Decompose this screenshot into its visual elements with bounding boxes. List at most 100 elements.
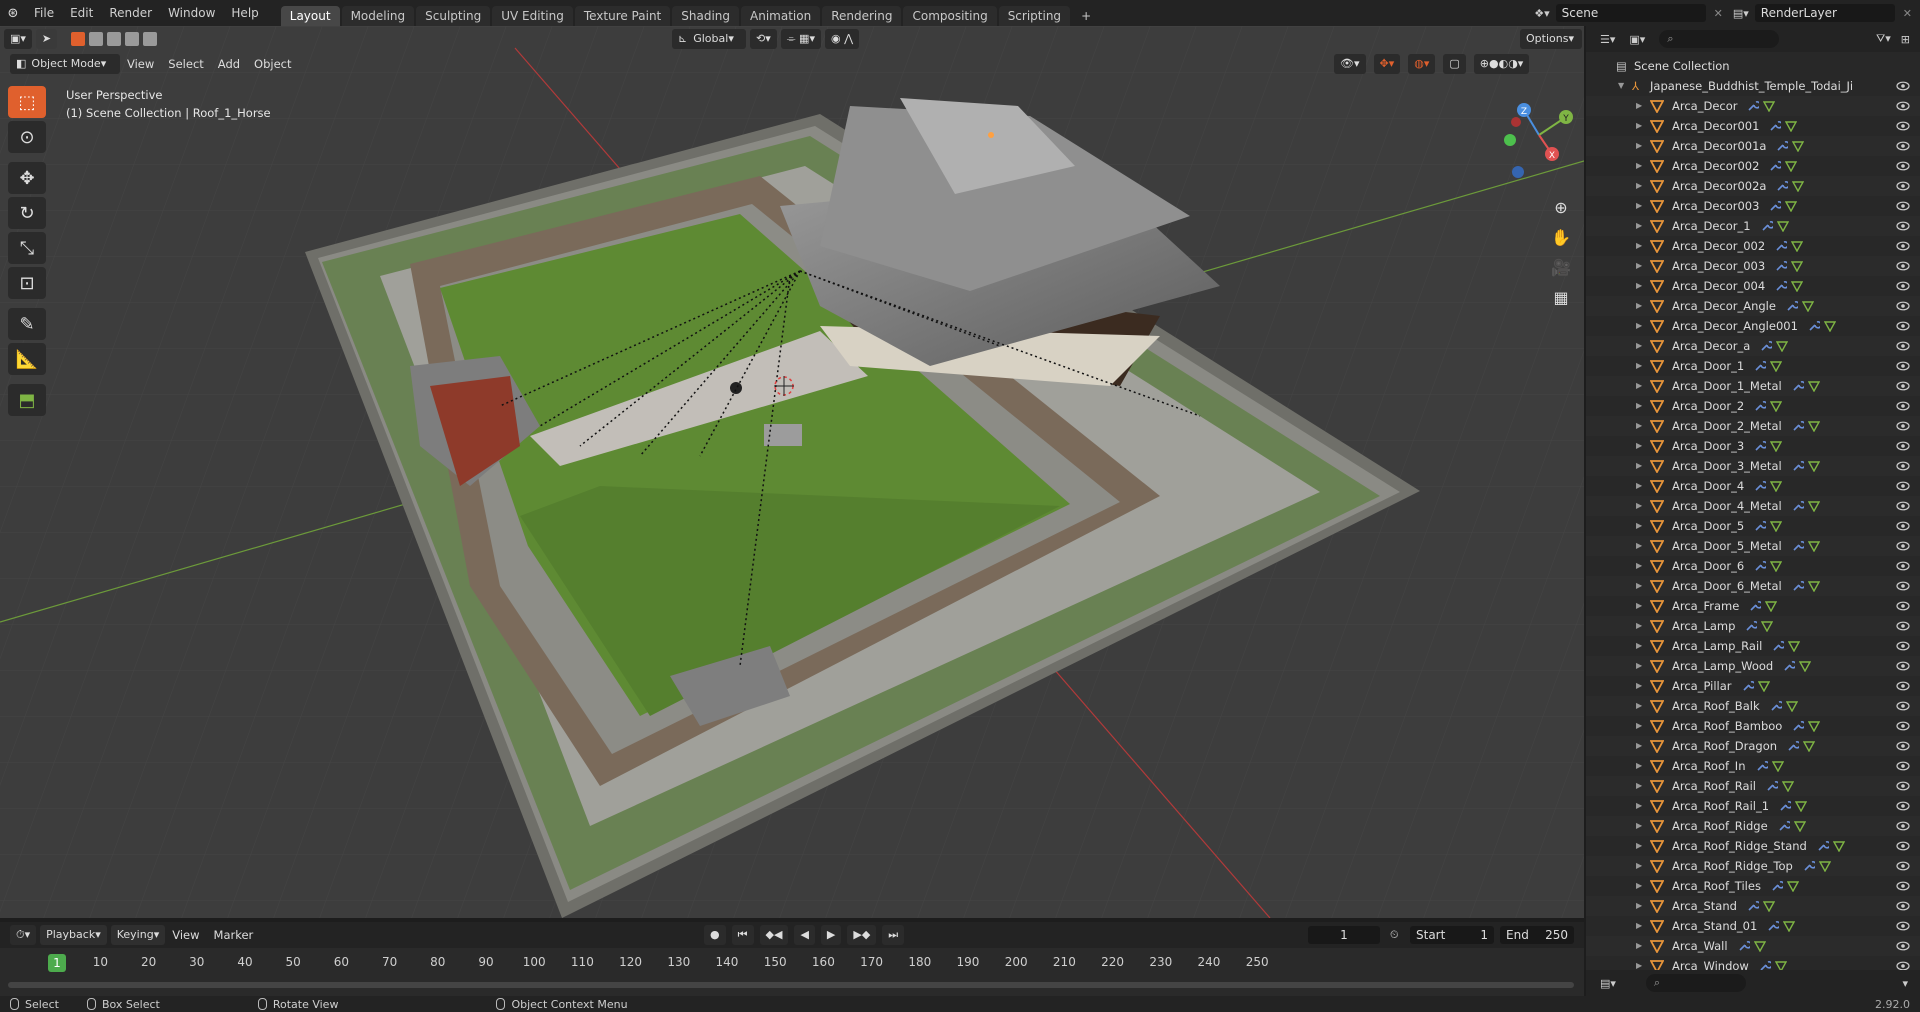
expand-arrow-icon[interactable]: ▶ <box>1636 796 1642 816</box>
mesh-data-icon[interactable] <box>1770 360 1782 372</box>
eye-icon[interactable] <box>1896 579 1910 593</box>
eye-icon[interactable] <box>1896 119 1910 133</box>
expand-arrow-icon[interactable]: ▶ <box>1636 916 1642 936</box>
snap-icon[interactable]: ⌯ ▦▾ <box>780 29 821 49</box>
eye-icon[interactable] <box>1896 379 1910 393</box>
mesh-data-icon[interactable] <box>1758 680 1770 692</box>
eye-icon[interactable] <box>1896 199 1910 213</box>
eye-icon[interactable] <box>1896 759 1910 773</box>
pivot-point-icon[interactable]: ⟲▾ <box>750 29 777 49</box>
modifier-wrench-icon[interactable] <box>1783 660 1795 672</box>
outliner-item[interactable]: ▶ Arca_Decor001a <box>1586 136 1920 156</box>
mesh-data-icon[interactable] <box>1791 240 1803 252</box>
scene-collection-row[interactable]: ▤ Scene Collection <box>1586 56 1920 76</box>
outliner-item[interactable]: ▶ Arca_Lamp <box>1586 616 1920 636</box>
display-mode-icon[interactable]: ▣▾ <box>1629 33 1645 46</box>
modifier-wrench-icon[interactable] <box>1756 760 1768 772</box>
mesh-data-icon[interactable] <box>1788 640 1800 652</box>
modifier-wrench-icon[interactable] <box>1803 860 1815 872</box>
outliner-item[interactable]: ▶ Arca_Door_3_Metal <box>1586 456 1920 476</box>
modifier-wrench-icon[interactable] <box>1792 500 1804 512</box>
mesh-data-icon[interactable] <box>1770 400 1782 412</box>
mesh-data-icon[interactable] <box>1770 560 1782 572</box>
outliner-item[interactable]: ▶ Arca_Lamp_Rail <box>1586 636 1920 656</box>
modifier-wrench-icon[interactable] <box>1778 820 1790 832</box>
eye-icon[interactable] <box>1896 539 1910 553</box>
outliner-item[interactable]: ▶ Arca_Roof_In <box>1586 756 1920 776</box>
outliner-item[interactable]: ▶ Arca_Frame <box>1586 596 1920 616</box>
outliner-item[interactable]: ▶ Arca_Decor003 <box>1586 196 1920 216</box>
eye-icon[interactable] <box>1896 319 1910 333</box>
outliner-item[interactable]: ▶ Arca_Door_4 <box>1586 476 1920 496</box>
outliner-item[interactable]: ▶ Arca_Door_6_Metal <box>1586 576 1920 596</box>
menu-view[interactable]: View <box>120 57 161 71</box>
outliner-item[interactable]: ▶ Arca_Roof_Tiles <box>1586 876 1920 896</box>
tab-sculpting[interactable]: Sculpting <box>416 6 491 26</box>
expand-arrow-icon[interactable]: ▶ <box>1636 636 1642 656</box>
expand-arrow-icon[interactable]: ▶ <box>1636 256 1642 276</box>
record-keyframe-icon[interactable]: ● <box>704 925 726 945</box>
modifier-wrench-icon[interactable] <box>1745 620 1757 632</box>
expand-arrow-icon[interactable]: ▶ <box>1636 756 1642 776</box>
modifier-wrench-icon[interactable] <box>1792 580 1804 592</box>
outliner-item[interactable]: ▶ Arca_Decor_a <box>1586 336 1920 356</box>
mesh-data-icon[interactable] <box>1770 480 1782 492</box>
eye-icon[interactable] <box>1896 739 1910 753</box>
expand-arrow-icon[interactable]: ▶ <box>1636 876 1642 896</box>
expand-arrow-icon[interactable]: ▶ <box>1636 696 1642 716</box>
modifier-wrench-icon[interactable] <box>1776 140 1788 152</box>
timeline-ruler[interactable]: 1 10 20 30 40 50 60 70 80 90 100 110 120 130 140 150 160… <box>0 950 1584 976</box>
expand-arrow-icon[interactable]: ▶ <box>1636 556 1642 576</box>
expand-arrow-icon[interactable]: ▶ <box>1636 116 1642 136</box>
transform-orientation-dropdown[interactable]: ⊾ Global ▾ <box>672 29 746 49</box>
jump-start-icon[interactable]: ⏮ <box>731 925 754 945</box>
object-mode-dropdown[interactable]: ◧ Object Mode ▾ <box>10 54 120 74</box>
menu-object[interactable]: Object <box>247 57 298 71</box>
mesh-data-icon[interactable] <box>1765 600 1777 612</box>
menu-file[interactable]: File <box>26 6 62 20</box>
mesh-data-icon[interactable] <box>1785 200 1797 212</box>
expand-arrow-icon[interactable]: ▶ <box>1636 156 1642 176</box>
add-workspace-button[interactable]: + <box>1072 6 1100 26</box>
current-frame-field[interactable]: 1 <box>1308 926 1380 944</box>
eye-icon[interactable] <box>1896 479 1910 493</box>
expand-arrow-icon[interactable]: ▶ <box>1636 296 1642 316</box>
modifier-wrench-icon[interactable] <box>1792 540 1804 552</box>
expand-arrow-icon[interactable]: ▶ <box>1636 416 1642 436</box>
outliner-item[interactable]: ▶ Arca_Roof_Bamboo <box>1586 716 1920 736</box>
mesh-data-icon[interactable] <box>1808 500 1820 512</box>
jump-keyframe-back-icon[interactable]: ◆◀ <box>759 925 789 945</box>
mesh-data-icon[interactable] <box>1785 120 1797 132</box>
outliner-item[interactable]: ▶ Arca_Door_3 <box>1586 436 1920 456</box>
xray-icon[interactable]: ▢ <box>1443 54 1466 74</box>
outliner-item[interactable]: ▶ Arca_Decor_Angle <box>1586 296 1920 316</box>
expand-arrow-icon[interactable]: ▶ <box>1636 376 1642 396</box>
eye-icon[interactable] <box>1896 519 1910 533</box>
expand-arrow-icon[interactable]: ▶ <box>1636 856 1642 876</box>
eye-icon[interactable] <box>1896 439 1910 453</box>
eye-icon[interactable] <box>1896 939 1910 953</box>
modifier-wrench-icon[interactable] <box>1779 800 1791 812</box>
render-layer-browse-icon[interactable]: ▤▾ <box>1733 7 1749 20</box>
timeline-editor-type-icon[interactable]: ⏱▾ <box>10 925 37 945</box>
outliner-item[interactable]: ▶ Arca_Pillar <box>1586 676 1920 696</box>
modifier-wrench-icon[interactable] <box>1754 560 1766 572</box>
tab-rendering[interactable]: Rendering <box>822 6 902 26</box>
eye-icon[interactable] <box>1896 99 1910 113</box>
mesh-data-icon[interactable] <box>1791 280 1803 292</box>
mesh-data-icon[interactable] <box>1802 300 1814 312</box>
mesh-data-icon[interactable] <box>1808 580 1820 592</box>
modifier-wrench-icon[interactable] <box>1760 340 1772 352</box>
menu-select[interactable]: Select <box>161 57 210 71</box>
eye-icon[interactable] <box>1896 499 1910 513</box>
expand-arrow-icon[interactable]: ▶ <box>1636 656 1642 676</box>
expand-arrow-icon[interactable]: ▶ <box>1636 896 1642 916</box>
eye-icon[interactable] <box>1896 419 1910 433</box>
expand-arrow-icon[interactable]: ▶ <box>1636 196 1642 216</box>
modifier-wrench-icon[interactable] <box>1742 680 1754 692</box>
mesh-data-icon[interactable] <box>1763 900 1775 912</box>
eye-icon[interactable] <box>1896 139 1910 153</box>
outliner-item[interactable]: ▶ Arca_Roof_Rail_1 <box>1586 796 1920 816</box>
mesh-data-icon[interactable] <box>1808 720 1820 732</box>
expand-arrow-icon[interactable]: ▶ <box>1636 476 1642 496</box>
